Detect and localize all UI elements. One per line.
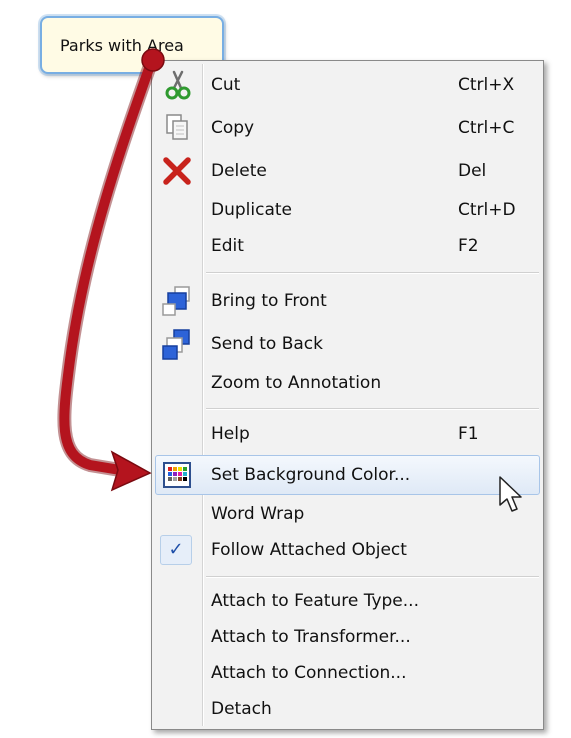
menu-item-word-wrap[interactable]: Word Wrap [155, 496, 540, 532]
menu-item-shortcut: Ctrl+D [458, 200, 516, 220]
red-x-delete-icon [163, 157, 191, 185]
bring-to-front-icon [162, 286, 190, 316]
menu-item-label: Attach to Connection... [211, 663, 407, 683]
menu-item-shortcut: Del [458, 161, 487, 181]
menu-item-attach-to-connection[interactable]: Attach to Connection... [155, 655, 540, 691]
menu-item-edit[interactable]: Edit F2 [155, 228, 540, 264]
red-callout-arrow [57, 48, 165, 492]
menu-item-shortcut: F2 [458, 236, 479, 256]
menu-item-shortcut: F1 [458, 424, 479, 444]
menu-item-set-background-color[interactable]: Set Background Color... [155, 455, 540, 495]
menu-item-attach-to-transformer[interactable]: Attach to Transformer... [155, 619, 540, 655]
menu-item-copy[interactable]: Copy Ctrl+C [155, 110, 540, 146]
menu-item-label: Set Background Color... [211, 465, 411, 485]
menu-item-shortcut: Ctrl+C [458, 118, 515, 138]
send-to-back-icon [162, 329, 190, 360]
menu-item-label: Duplicate [211, 200, 292, 220]
menu-item-label: Delete [211, 161, 267, 181]
menu-item-label: Bring to Front [211, 291, 327, 311]
menu-separator [206, 408, 539, 410]
menu-item-bring-to-front[interactable]: Bring to Front [155, 283, 540, 319]
menu-item-cut[interactable]: Cut Ctrl+X [155, 67, 540, 103]
menu-item-label: Cut [211, 75, 241, 95]
menu-item-attach-to-feature-type[interactable]: Attach to Feature Type... [155, 583, 540, 619]
menu-item-label: Follow Attached Object [211, 540, 407, 560]
menu-item-label: Attach to Feature Type... [211, 591, 419, 611]
menu-item-label: Send to Back [211, 334, 323, 354]
menu-item-label: Copy [211, 118, 255, 138]
color-palette-icon [163, 462, 191, 488]
menu-separator [206, 576, 539, 578]
menu-item-follow-attached-object[interactable]: ✓ Follow Attached Object [155, 532, 540, 568]
menu-item-send-to-back[interactable]: Send to Back [155, 326, 540, 362]
menu-item-help[interactable]: Help F1 [155, 416, 540, 452]
context-menu: Cut Ctrl+X Copy Ctrl+C Delete Del Duplic… [151, 60, 544, 730]
menu-item-label: Detach [211, 699, 272, 719]
checkmark-icon: ✓ [168, 539, 184, 560]
annotation-label: Parks with Area [60, 36, 184, 55]
scissors-icon [165, 70, 191, 100]
menu-item-label: Attach to Transformer... [211, 627, 411, 647]
menu-item-delete[interactable]: Delete Del [155, 153, 540, 189]
menu-item-zoom-to-annotation[interactable]: Zoom to Annotation [155, 365, 540, 401]
checked-indicator: ✓ [160, 535, 192, 565]
copy-icon [166, 114, 188, 140]
menu-item-label: Help [211, 424, 250, 444]
menu-item-label: Zoom to Annotation [211, 373, 382, 393]
menu-item-duplicate[interactable]: Duplicate Ctrl+D [155, 192, 540, 228]
menu-separator [206, 272, 539, 274]
menu-item-shortcut: Ctrl+X [458, 75, 515, 95]
menu-item-label: Edit [211, 236, 244, 256]
menu-item-label: Word Wrap [211, 504, 305, 524]
menu-item-detach[interactable]: Detach [155, 691, 540, 727]
